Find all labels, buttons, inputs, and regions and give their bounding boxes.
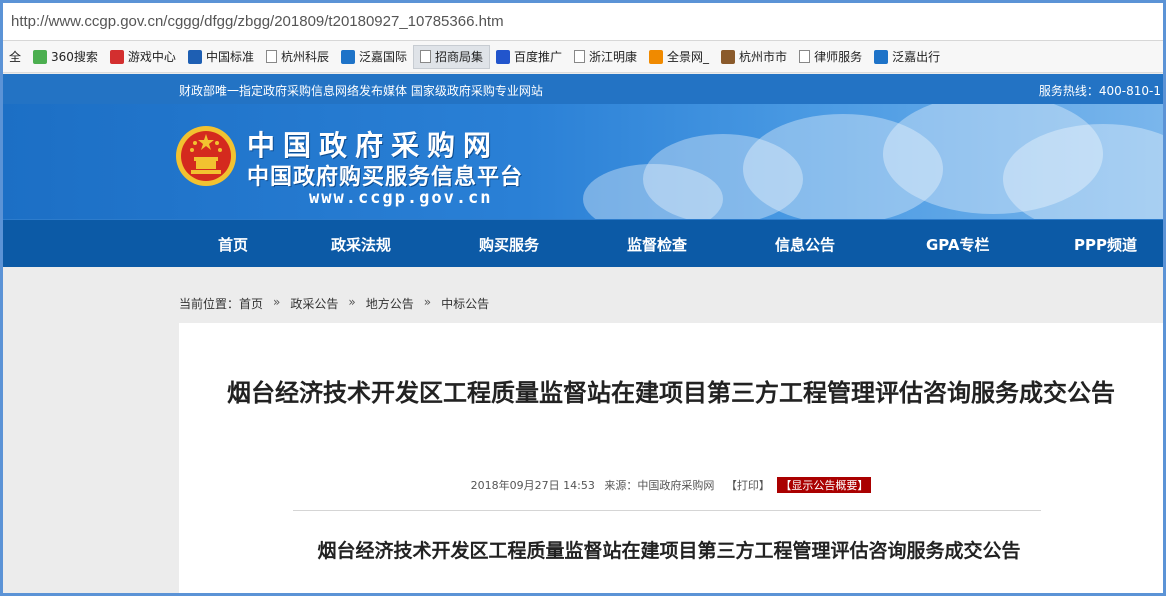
source-name: 中国政府采购网 (637, 479, 715, 492)
bookmark-label: 中国标准 (205, 50, 254, 64)
breadcrumb-separator: » (273, 295, 281, 309)
site-subtitle: 中国政府购买服务信息平台 (247, 165, 524, 190)
city-icon (721, 49, 736, 64)
bookmark-item[interactable]: 律师服务 (793, 45, 868, 69)
circle-icon (33, 49, 48, 64)
article-panel: 烟台经济技术开发区工程质量监督站在建项目第三方工程管理评估咨询服务成交公告 20… (179, 323, 1163, 593)
site-domain: www.ccgp.gov.cn (309, 188, 493, 208)
site-slogan: 财政部唯一指定政府采购信息网络发布媒体 国家级政府采购专业网站 (179, 84, 543, 98)
bookmark-item[interactable]: 浙江明康 (568, 45, 643, 69)
bookmark-item[interactable]: 全 (3, 45, 27, 69)
bookmark-label: 百度推广 (514, 50, 563, 64)
standard-icon (187, 49, 202, 64)
game-icon (109, 49, 124, 64)
page-icon (419, 50, 431, 63)
bookmark-item[interactable]: 泛嘉出行 (868, 45, 946, 69)
bookmarks-bar: 全 360搜索 游戏中心 中国标准 杭州科辰 泛嘉国际 招商局集 百度推广 浙江明康 全景网_ 杭州… (3, 41, 1163, 73)
source-label: 来源： (604, 479, 638, 492)
article-meta: 2018年09月27日 14:53 来源：中国政府采购网 【打印】 【显示公告概… (179, 477, 1163, 493)
bookmark-item[interactable]: 360搜索 (27, 45, 104, 69)
site-title: 中国政府采购网 (247, 129, 500, 162)
nav-item-home[interactable]: 首页 (218, 234, 248, 255)
breadcrumb-home-link[interactable]: 首页 (239, 295, 263, 312)
bookmark-label: 杭州市市 (739, 50, 788, 64)
browser-window: http://www.ccgp.gov.cn/cggg/dfgg/zbgg/20… (3, 3, 1163, 593)
bookmark-label: 浙江明康 (589, 50, 638, 64)
breadcrumb-local-link[interactable]: 地方公告 (366, 295, 414, 312)
breadcrumb-award-link[interactable]: 中标公告 (441, 295, 489, 312)
breadcrumb-separator: » (423, 295, 432, 309)
bookmark-label: 泛嘉出行 (892, 50, 941, 64)
breadcrumb-prefix: 当前位置： (179, 297, 240, 311)
bookmark-label: 杭州科辰 (280, 50, 329, 64)
site-banner: 中国政府采购网 中国政府购买服务信息平台 www.ccgp.gov.cn (3, 104, 1163, 219)
page-icon (799, 50, 811, 63)
nav-item-regulations[interactable]: 政采法规 (331, 234, 391, 255)
address-bar[interactable]: http://www.ccgp.gov.cn/cggg/dfgg/zbgg/20… (3, 3, 1163, 41)
top-info-bar: 财政部唯一指定政府采购信息网络发布媒体 国家级政府采购专业网站 服务热线：400… (3, 74, 1163, 104)
bookmark-label: 360搜索 (51, 50, 98, 64)
bookmark-item[interactable]: 游戏中心 (104, 45, 182, 69)
nav-item-ppp[interactable]: PPP频道 (1074, 234, 1137, 255)
bookmark-item[interactable]: 百度推广 (490, 45, 568, 69)
bookmark-item[interactable]: 泛嘉国际 (335, 45, 413, 69)
quanjing-icon (649, 49, 664, 64)
fanjia-icon (874, 49, 889, 64)
bookmark-item[interactable]: 招商局集 (412, 44, 490, 69)
article-body-title: 烟台经济技术开发区工程质量监督站在建项目第三方工程管理评估咨询服务成交公告 (317, 540, 1021, 562)
bookmark-label: 招商局集 (434, 50, 483, 64)
show-summary-button[interactable]: 【显示公告概要】 (777, 477, 872, 493)
nav-item-purchase-services[interactable]: 购买服务 (479, 234, 539, 255)
service-hotline: 服务热线：400-810-1 (1038, 84, 1161, 98)
publish-date: 2018年09月27日 14:53 (470, 479, 595, 492)
paw-icon (496, 49, 510, 64)
national-emblem-icon (176, 126, 236, 186)
fanjia-icon (340, 49, 355, 64)
bookmark-label: 全 (9, 50, 22, 64)
breadcrumb: 当前位置： 首页 » 政采公告 » 地方公告 » 中标公告 (179, 295, 489, 312)
breadcrumb-procurement-link[interactable]: 政采公告 (290, 295, 338, 312)
article-title: 烟台经济技术开发区工程质量监督站在建项目第三方工程管理评估咨询服务成交公告 (227, 379, 1115, 407)
bookmark-item[interactable]: 中国标准 (182, 45, 260, 69)
bookmark-item[interactable]: 全景网_ (643, 45, 715, 69)
url-text[interactable]: http://www.ccgp.gov.cn/cggg/dfgg/zbgg/20… (11, 13, 504, 30)
bookmark-item[interactable]: 杭州市市 (715, 45, 793, 69)
page-icon (265, 50, 277, 63)
bookmark-label: 律师服务 (814, 50, 863, 64)
bookmark-label: 全景网_ (667, 50, 710, 64)
page-icon (574, 50, 586, 63)
nav-item-supervision[interactable]: 监督检查 (627, 234, 687, 255)
nav-item-gpa[interactable]: GPA专栏 (926, 234, 990, 255)
print-link[interactable]: 【打印】 (726, 479, 770, 492)
breadcrumb-separator: » (348, 295, 356, 309)
bookmark-label: 游戏中心 (127, 50, 176, 64)
divider (293, 510, 1041, 511)
main-nav: 首页 政采法规 购买服务 监督检查 信息公告 GPA专栏 PPP频道 (3, 219, 1163, 267)
bookmark-item[interactable]: 杭州科辰 (260, 45, 335, 69)
bookmark-label: 泛嘉国际 (358, 50, 407, 64)
nav-item-announcements[interactable]: 信息公告 (775, 234, 835, 255)
